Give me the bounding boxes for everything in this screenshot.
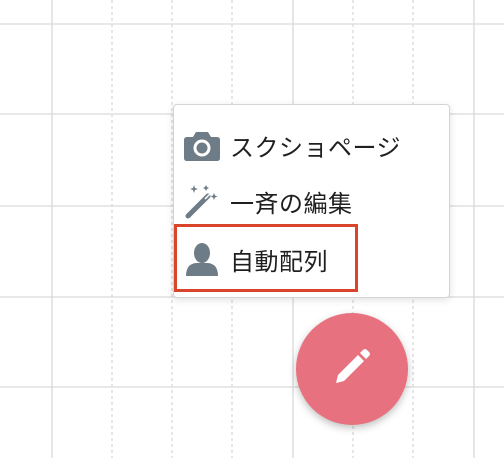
pencil-icon <box>330 345 374 393</box>
person-icon <box>184 241 220 277</box>
menu-item-screenshot-page[interactable]: スクショページ <box>184 125 401 165</box>
menu-item-auto-arrange[interactable]: 自動配列 <box>184 239 328 279</box>
menu-item-bulk-edit[interactable]: 一斉の編集 <box>184 181 353 221</box>
menu-item-label: スクショページ <box>230 133 402 162</box>
menu-item-label: 自動配列 <box>230 247 328 276</box>
menu-item-label: 一斉の編集 <box>230 189 353 218</box>
camera-icon <box>184 127 220 163</box>
magic-wand-icon <box>184 183 220 219</box>
edit-fab-button[interactable] <box>296 313 408 425</box>
popup-menu: スクショページ 一斉の編集 自動配列 <box>173 104 450 298</box>
